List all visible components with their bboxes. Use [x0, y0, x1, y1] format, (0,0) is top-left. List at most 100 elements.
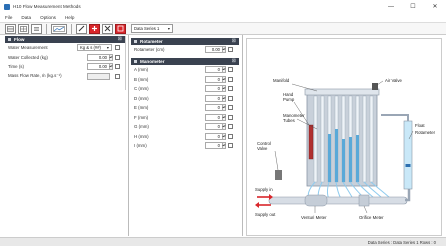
- mass-flow-rate-checkbox[interactable]: [115, 73, 120, 79]
- manometer-a-input[interactable]: 0: [205, 66, 223, 74]
- manometer-i-checkbox[interactable]: [228, 143, 233, 148]
- spinner-icon[interactable]: ▴▾: [222, 75, 226, 83]
- manometer-e-input[interactable]: 0: [205, 104, 223, 112]
- pane-divider[interactable]: [128, 35, 129, 236]
- field-label: C (mm): [134, 86, 149, 92]
- data-series-select[interactable]: Data Series 1 ▾: [131, 24, 173, 33]
- results-table-button[interactable]: [18, 23, 29, 34]
- spinner-icon[interactable]: ▴▾: [222, 46, 226, 53]
- field-label: F (mm): [134, 114, 149, 120]
- water-collected-input[interactable]: 0.00: [87, 53, 110, 61]
- graph-icon: [53, 25, 65, 32]
- orifice-meter-label: Orifice Meter: [359, 215, 384, 220]
- float-label: Float: [415, 123, 425, 128]
- menu-options[interactable]: Options: [40, 15, 56, 20]
- minimize-button[interactable]: —: [380, 0, 402, 13]
- time-checkbox[interactable]: [115, 64, 120, 69]
- manometer-c-input[interactable]: 0: [205, 85, 223, 93]
- list-view-button[interactable]: [31, 23, 42, 34]
- manometer-d-checkbox[interactable]: [228, 95, 233, 101]
- field-label: Mass Flow Rate, ṁ (kg.s⁻¹): [8, 73, 62, 79]
- rotameter-label: Rotameter: [415, 130, 436, 135]
- spinner-icon[interactable]: ▴▾: [222, 94, 226, 102]
- manometer-c-checkbox[interactable]: [228, 86, 233, 91]
- spinner-icon[interactable]: ▴▾: [222, 132, 226, 140]
- manometer-e-checkbox[interactable]: [228, 105, 233, 110]
- water-measurement-select[interactable]: Kg & s (##) ▾: [77, 44, 112, 52]
- title-bar: H10 Flow Measurement Methods — ☐ ✕: [0, 0, 446, 13]
- rotameter-float: [405, 164, 411, 167]
- manometer-b-checkbox[interactable]: [228, 76, 233, 82]
- window-controls: — ☐ ✕: [380, 0, 446, 13]
- pane-icon: [8, 38, 11, 41]
- pane-close-icon[interactable]: ⊠: [118, 36, 122, 42]
- manometer-row-a: A (mm) 0 ▴▾: [131, 65, 239, 75]
- rotameter-pane: Rotameter ⊠ Rotameter (cm) 0.00 ▴▾: [131, 38, 239, 56]
- flow-pane-title: Flow: [14, 37, 25, 42]
- menu-help[interactable]: Help: [65, 15, 74, 20]
- water-measurement-row: Water Measurement Kg & s (##) ▾: [5, 43, 125, 53]
- field-label: Rotameter (cm): [134, 47, 165, 53]
- toolbar: Data Series 1 ▾: [0, 22, 446, 35]
- rotameter-row: Rotameter (cm) 0.00 ▴▾: [131, 45, 239, 55]
- spinner-icon[interactable]: ▴▾: [109, 63, 113, 70]
- hand-pump-label: Hand Pump: [283, 92, 295, 102]
- status-bar: Data Series : Data Series 1 Rows : 0: [0, 237, 446, 246]
- time-row: Time (s) 0.00 ▴▾: [5, 62, 125, 72]
- mass-flow-rate-row: Mass Flow Rate, ṁ (kg.s⁻¹): [5, 72, 125, 82]
- data-series-select-value: Data Series 1: [134, 26, 160, 31]
- mass-flow-rate-output: [87, 72, 110, 80]
- water-collected-checkbox[interactable]: [115, 54, 120, 60]
- spinner-icon[interactable]: ▴▾: [222, 123, 226, 130]
- manometer-row-h: H (mm) 0 ▴▾: [131, 132, 239, 142]
- air-valve: [372, 83, 378, 90]
- supply-out-label: Supply out: [255, 212, 276, 217]
- spinner-icon[interactable]: ▴▾: [222, 104, 226, 111]
- edit-button[interactable]: [76, 23, 87, 34]
- manometer-g-checkbox[interactable]: [228, 124, 233, 129]
- manometer-row-b: B (mm) 0 ▴▾: [131, 75, 239, 85]
- delete-row-button[interactable]: [102, 23, 113, 34]
- graph-button[interactable]: [51, 23, 67, 34]
- pane-close-icon[interactable]: ⊠: [232, 58, 236, 64]
- manometer-i-input[interactable]: 0: [205, 142, 223, 150]
- manometer-pane: Manometer ⊠ A (mm) 0 ▴▾ B (mm) 0 ▴▾ C (m…: [131, 58, 239, 162]
- orifice-meter: [358, 194, 370, 207]
- control-valve-label: Control Valve: [257, 141, 271, 151]
- data-series-button[interactable]: [115, 23, 126, 34]
- add-row-button[interactable]: [89, 23, 100, 34]
- pane-divider[interactable]: [242, 35, 243, 236]
- menu-data[interactable]: Data: [21, 15, 31, 20]
- spinner-icon[interactable]: ▴▾: [222, 66, 226, 73]
- manometer-a-checkbox[interactable]: [228, 67, 233, 72]
- rotameter-input[interactable]: 0.00: [205, 46, 223, 54]
- close-button[interactable]: ✕: [424, 0, 446, 13]
- water-measurement-checkbox[interactable]: [115, 45, 120, 50]
- spinner-icon[interactable]: ▴▾: [222, 113, 226, 121]
- app-icon: [4, 3, 10, 10]
- manometer-h-checkbox[interactable]: [228, 133, 233, 139]
- rotameter-pane-title: Rotameter: [140, 39, 163, 44]
- manometer-g-input[interactable]: 0: [205, 123, 223, 131]
- spinner-icon[interactable]: ▴▾: [109, 53, 113, 61]
- water-collected-row: Water Collected (kg) 0.00 ▴▾: [5, 53, 125, 63]
- menu-file[interactable]: File: [5, 15, 12, 20]
- apparatus-diagram: Manifold Air Valve Hand Pump Manometer Tub…: [255, 78, 436, 220]
- rotameter-checkbox[interactable]: [228, 47, 233, 52]
- spinner-icon[interactable]: ▴▾: [222, 85, 226, 92]
- control-valve: [275, 170, 282, 180]
- time-input[interactable]: 0.00: [87, 63, 110, 71]
- manometer-f-input[interactable]: 0: [205, 113, 223, 121]
- maximize-button[interactable]: ☐: [402, 0, 424, 13]
- manometer-b-input[interactable]: 0: [205, 75, 223, 83]
- manometer-f-checkbox[interactable]: [228, 114, 233, 120]
- field-label: Time (s): [8, 64, 24, 70]
- hand-pump: [308, 124, 314, 160]
- manometer-tubes: [313, 95, 374, 183]
- manometer-h-input[interactable]: 0: [205, 132, 223, 140]
- spinner-icon[interactable]: ▴▾: [222, 142, 226, 149]
- manometer-pane-title: Manometer: [140, 59, 165, 64]
- table-view-button[interactable]: [5, 23, 16, 34]
- pane-close-icon[interactable]: ⊠: [232, 38, 236, 44]
- manometer-d-input[interactable]: 0: [205, 94, 223, 102]
